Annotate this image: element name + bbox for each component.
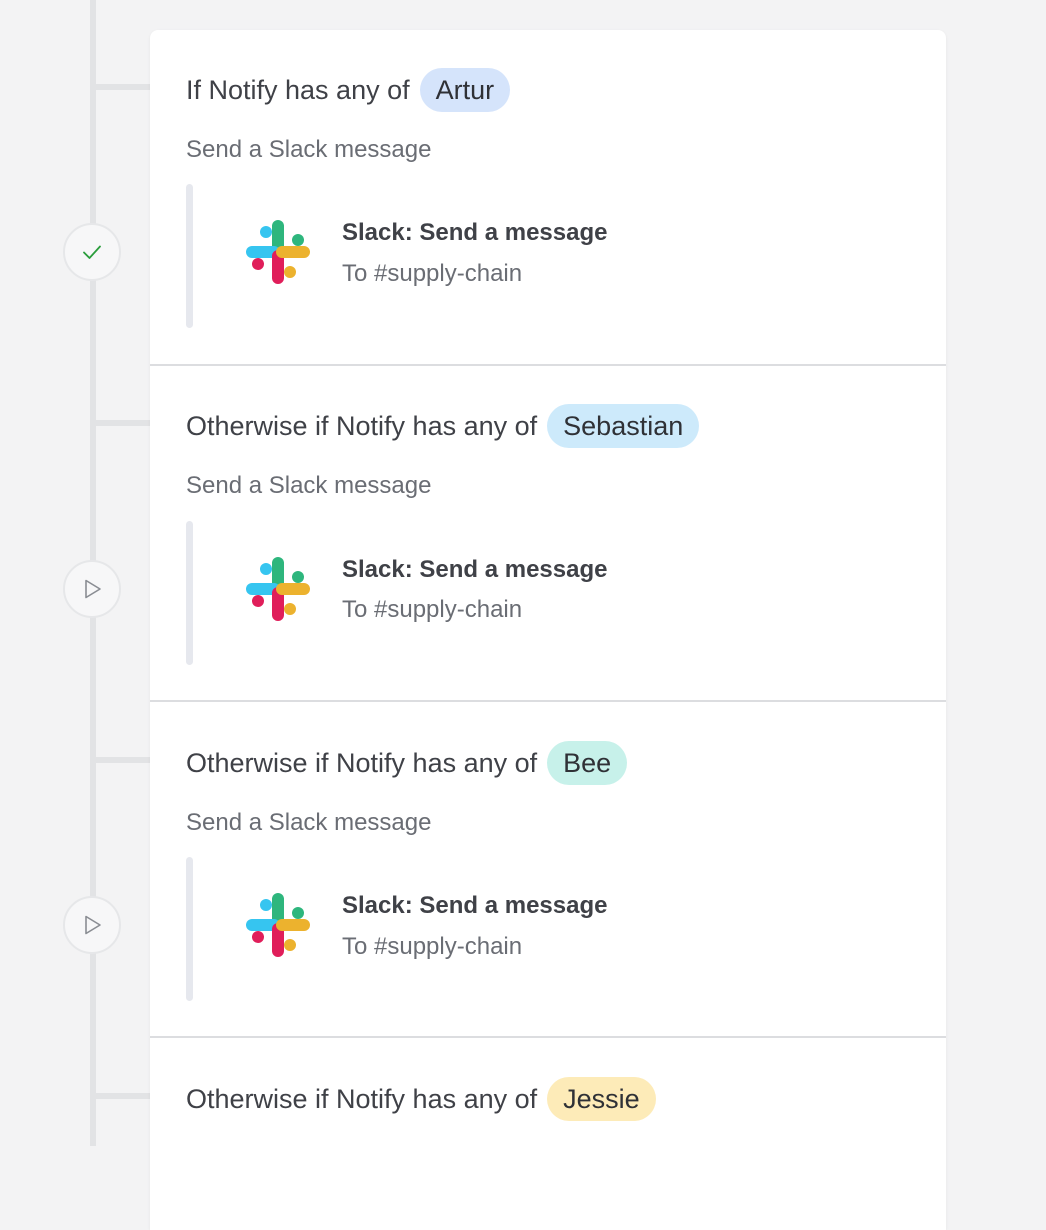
- action-detail: To #supply-chain: [342, 260, 523, 287]
- action-title[interactable]: Slack: Send a message: [342, 218, 607, 248]
- condition-tag: Bee: [547, 741, 628, 785]
- action-indent-bar: [186, 521, 193, 665]
- timeline-connector: [93, 1093, 150, 1099]
- branch-condition: If Notify has any of Artur: [186, 68, 511, 112]
- branch-subtitle: Send a Slack message: [186, 809, 432, 836]
- action-indent-bar: [186, 857, 193, 1001]
- branch-condition: Otherwise if Notify has any of Bee: [186, 741, 628, 785]
- action-detail: To #supply-chain: [342, 596, 523, 623]
- slack-icon: [246, 557, 310, 621]
- branch-card: If Notify has any of Artur Send a Slack …: [150, 30, 946, 1230]
- condition-tag: Artur: [419, 68, 511, 112]
- branch-condition: Otherwise if Notify has any of Jessie: [186, 1077, 656, 1121]
- step-status-run[interactable]: [63, 896, 121, 954]
- timeline-connector: [93, 84, 150, 90]
- condition-label: If Notify has any of: [186, 75, 410, 105]
- condition-label: Otherwise if Notify has any of: [186, 411, 538, 441]
- step-status-completed[interactable]: [63, 223, 121, 281]
- action-detail: To #supply-chain: [342, 933, 523, 960]
- condition-tag: Jessie: [547, 1077, 656, 1121]
- action-title[interactable]: Slack: Send a message: [342, 891, 607, 921]
- slack-icon: [246, 893, 310, 957]
- branch-divider: [150, 1036, 946, 1038]
- action-indent-bar: [186, 184, 193, 328]
- play-icon: [85, 915, 101, 935]
- timeline-connector: [93, 420, 150, 426]
- branch-divider: [150, 364, 946, 366]
- condition-label: Otherwise if Notify has any of: [186, 748, 538, 778]
- branch-condition: Otherwise if Notify has any of Sebastian: [186, 404, 700, 448]
- timeline-connector: [93, 757, 150, 763]
- condition-label: Otherwise if Notify has any of: [186, 1084, 538, 1114]
- branch-divider: [150, 700, 946, 702]
- slack-icon: [246, 220, 310, 284]
- condition-tag: Sebastian: [547, 404, 700, 448]
- play-icon: [85, 579, 101, 599]
- check-icon: [83, 245, 101, 259]
- step-status-run[interactable]: [63, 560, 121, 618]
- branch-subtitle: Send a Slack message: [186, 472, 432, 499]
- branch-subtitle: Send a Slack message: [186, 136, 432, 163]
- action-title[interactable]: Slack: Send a message: [342, 555, 607, 585]
